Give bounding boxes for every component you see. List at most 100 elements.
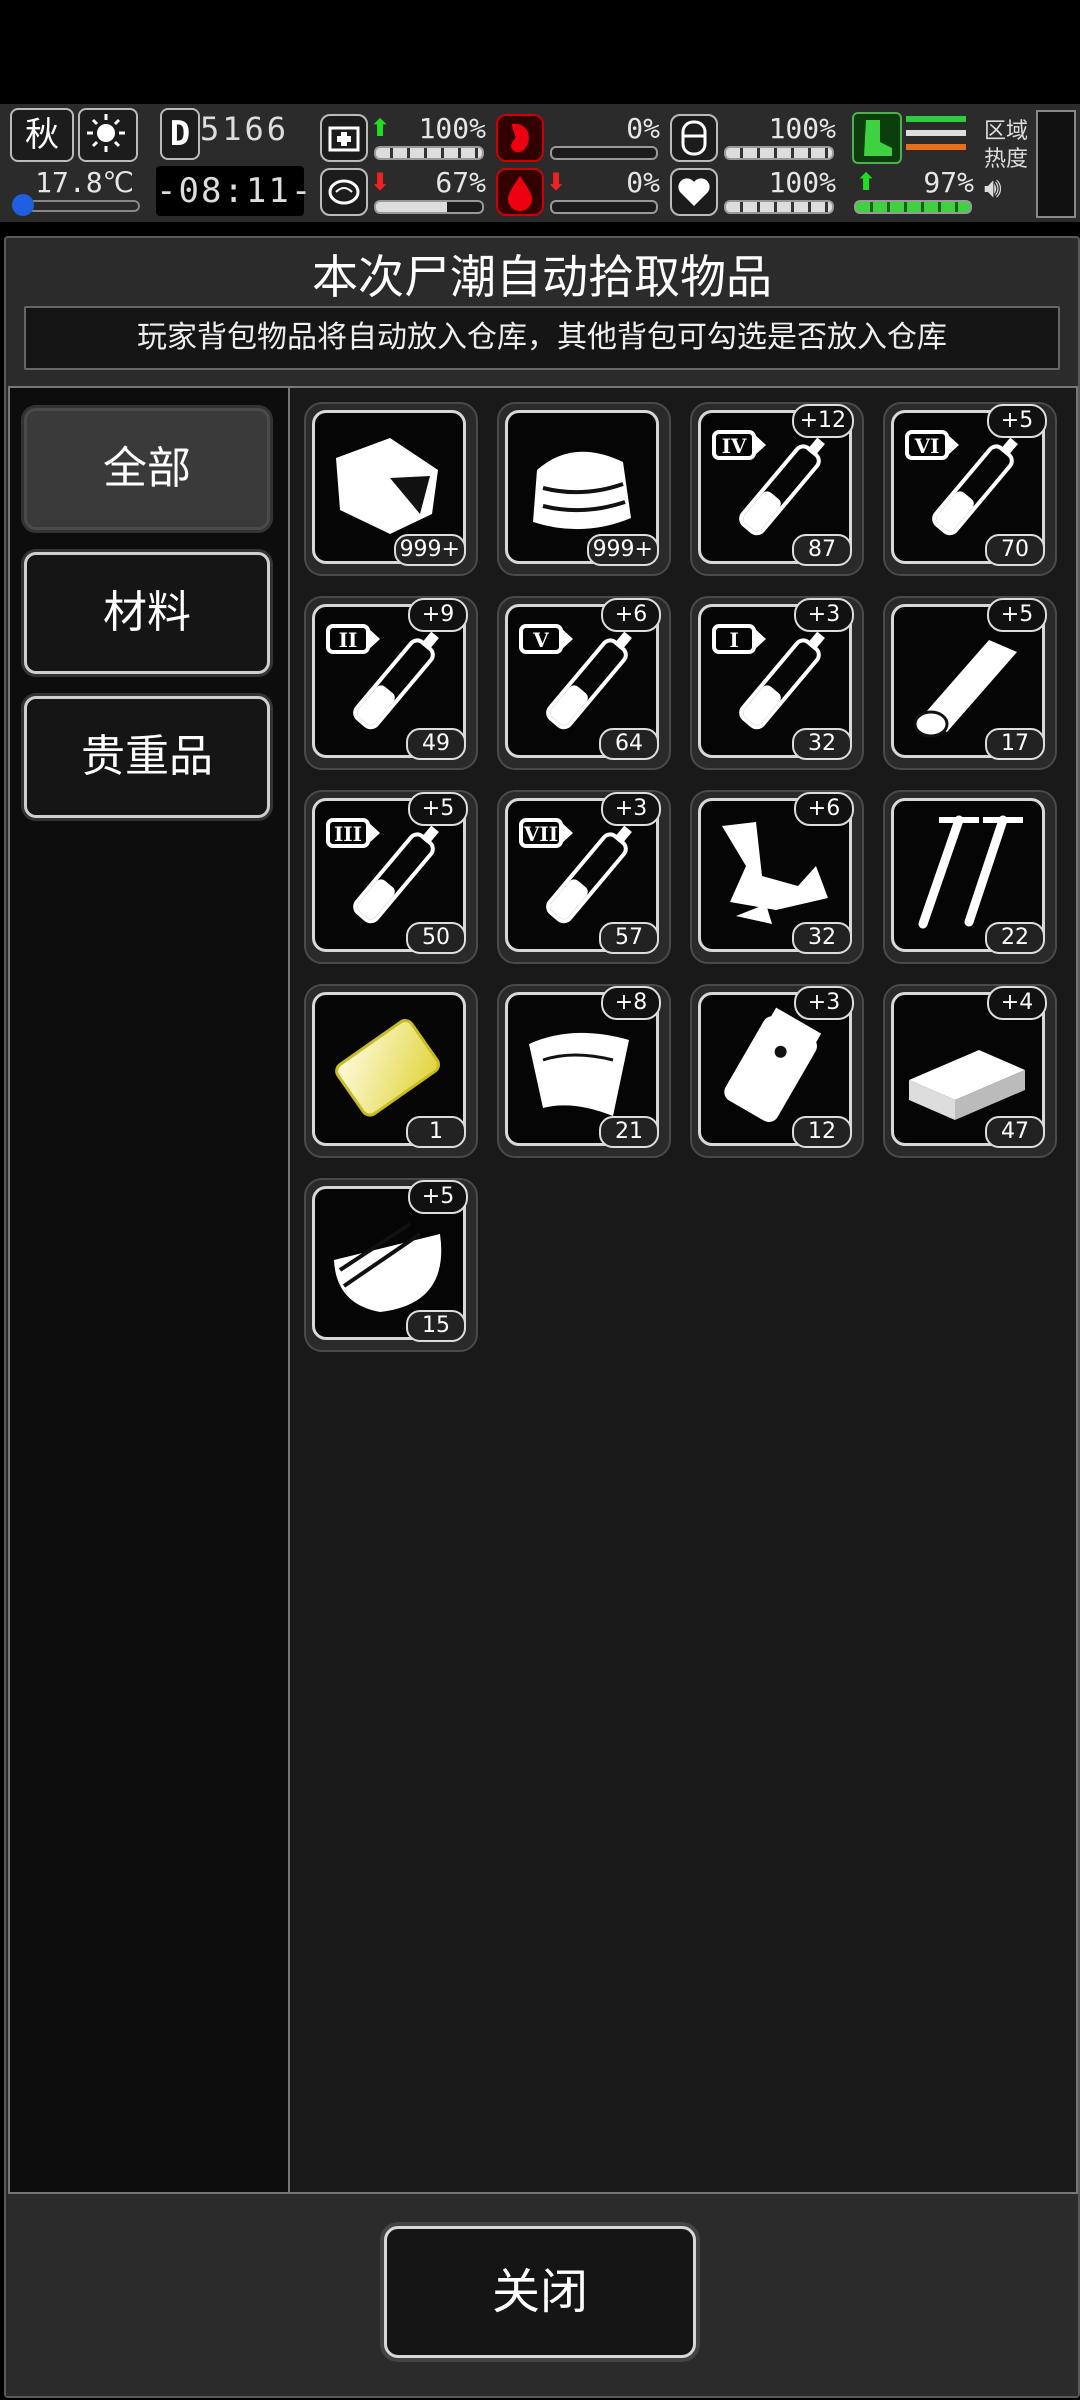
item-count: 999+	[393, 534, 466, 566]
item-count: 21	[599, 1116, 659, 1148]
arrow-up-icon: ⬆	[856, 168, 877, 196]
inventory-slot[interactable]: +5 17	[883, 596, 1057, 770]
item-count: 32	[792, 728, 852, 760]
blood-value: 0%	[626, 166, 660, 199]
svg-text:VII: VII	[523, 822, 558, 846]
item-count: 999+	[586, 534, 659, 566]
sanity-stat: ⬇ 67%	[320, 166, 486, 216]
inventory-slot[interactable]: 999+	[304, 402, 478, 576]
inventory-slot[interactable]: VII +3 57	[497, 790, 671, 964]
blood-stat: ⬇ 0%	[496, 166, 660, 216]
svg-text:VI: VI	[914, 434, 940, 458]
inventory-slot[interactable]: 1	[304, 984, 478, 1158]
bag-icon-graphic	[724, 1007, 822, 1123]
zone-label-line2: 热度	[984, 147, 1029, 172]
close-button[interactable]: 关闭	[384, 2226, 696, 2358]
bonus-badge: +3	[794, 986, 854, 1020]
bonus-badge: +5	[408, 1180, 468, 1214]
syringe-iii-icon-graphic: III	[326, 818, 439, 924]
season-label: 秋	[25, 115, 59, 155]
item-grid: 999+ 999+ IV +12 87 VI +5 70 II +9 49 V …	[288, 386, 1078, 2194]
season-indicator: 秋	[10, 108, 74, 162]
item-count: 1	[406, 1116, 466, 1148]
inventory-slot[interactable]: 999+	[497, 402, 671, 576]
tab-valuables[interactable]: 贵重品	[24, 696, 270, 818]
bonus-badge: +5	[987, 404, 1047, 438]
health-stat: ⬆ 100%	[320, 112, 486, 162]
hunger-value: 0%	[626, 112, 660, 145]
health-bar	[374, 146, 484, 160]
item-count: 32	[792, 922, 852, 954]
svg-text:II: II	[339, 628, 358, 652]
syringe-v-icon-graphic: V	[519, 624, 632, 730]
bonus-badge: +12	[791, 404, 854, 438]
armor-bar	[724, 146, 834, 160]
cloth-scrap-icon-graphic	[336, 438, 438, 534]
bonus-badge: +5	[987, 598, 1047, 632]
tab-materials[interactable]: 材料	[24, 552, 270, 674]
dialog-notice: 玩家背包物品将自动放入仓库，其他背包可勾选是否放入仓库	[24, 306, 1060, 370]
inventory-slot[interactable]: V +6 64	[497, 596, 671, 770]
hunger-stat: 0%	[496, 112, 660, 162]
medkit-icon	[320, 114, 368, 162]
bonus-badge: +3	[601, 792, 661, 826]
inventory-slot[interactable]: VI +5 70	[883, 402, 1057, 576]
inventory-slot[interactable]: II +9 49	[304, 596, 478, 770]
svg-text:IV: IV	[722, 434, 747, 458]
mood-bar	[724, 200, 834, 214]
inventory-slot[interactable]: 22	[883, 790, 1057, 964]
syringe-vii-icon-graphic: VII	[519, 818, 632, 924]
speaker-icon[interactable]: 🔊︎	[984, 174, 1028, 202]
blood-bar	[550, 200, 658, 214]
bowl-icon-graphic	[334, 1222, 442, 1312]
leather-sheet-icon-graphic	[529, 1032, 629, 1116]
inventory-slot[interactable]: +4 47	[883, 984, 1057, 1158]
bonus-badge: +5	[408, 792, 468, 826]
tab-all[interactable]: 全部	[24, 408, 270, 530]
inventory-slot[interactable]: +5 15	[304, 1178, 478, 1352]
item-count: 22	[985, 922, 1045, 954]
wood-log-icon-graphic	[913, 640, 1017, 738]
stamina-value: 97%	[923, 166, 974, 199]
category-sidebar: 全部 材料 贵重品	[8, 386, 288, 2194]
inventory-slot[interactable]: +6 32	[690, 790, 864, 964]
armor-stat: 100%	[670, 112, 836, 162]
scrap-parts-icon-graphic	[722, 822, 828, 924]
item-count: 70	[985, 534, 1045, 566]
bonus-badge: +6	[601, 598, 661, 632]
item-count: 64	[599, 728, 659, 760]
inventory-slot[interactable]: +8 21	[497, 984, 671, 1158]
temperature-value: 17.8℃	[35, 166, 134, 199]
item-count: 49	[406, 728, 466, 760]
stamina-stat: ⬆ 97%	[852, 166, 974, 216]
dialog-title: 本次尸潮自动拾取物品	[312, 250, 772, 304]
item-count: 17	[985, 728, 1045, 760]
stomach-icon	[496, 114, 544, 162]
day-counter: 5166	[200, 110, 290, 148]
sun-icon	[78, 108, 138, 162]
auto-pickup-dialog: 本次尸潮自动拾取物品 玩家背包物品将自动放入仓库，其他背包可勾选是否放入仓库 全…	[4, 236, 1080, 2398]
brain-icon	[320, 168, 368, 216]
temperature-gauge: 17.8℃	[10, 166, 140, 218]
mood-value: 100%	[768, 166, 836, 199]
item-count: 50	[406, 922, 466, 954]
boot-icon	[852, 112, 902, 164]
armor-value: 100%	[768, 112, 836, 145]
game-clock: -08:11-	[156, 166, 311, 216]
gold-card-icon-graphic	[335, 1019, 441, 1117]
inventory-slot[interactable]: III +5 50	[304, 790, 478, 964]
item-count: 87	[792, 534, 852, 566]
item-count: 57	[599, 922, 659, 954]
mood-stat: 100%	[670, 166, 836, 216]
inventory-slot[interactable]: IV +12 87	[690, 402, 864, 576]
arrow-down-icon: ⬇	[370, 168, 391, 196]
inventory-slot[interactable]: I +3 32	[690, 596, 864, 770]
inventory-slot[interactable]: +3 12	[690, 984, 864, 1158]
stamina-bar	[854, 200, 972, 214]
blood-drop-icon	[496, 168, 544, 216]
thermometer-bar	[28, 200, 140, 212]
item-count: 15	[406, 1310, 466, 1342]
bonus-badge: +8	[601, 986, 661, 1020]
status-hud: 秋 17.8℃ D 5166 -08:11- ⬆ 100% 0% 100% ⬇ …	[0, 104, 1080, 222]
health-value: 100%	[418, 112, 486, 145]
